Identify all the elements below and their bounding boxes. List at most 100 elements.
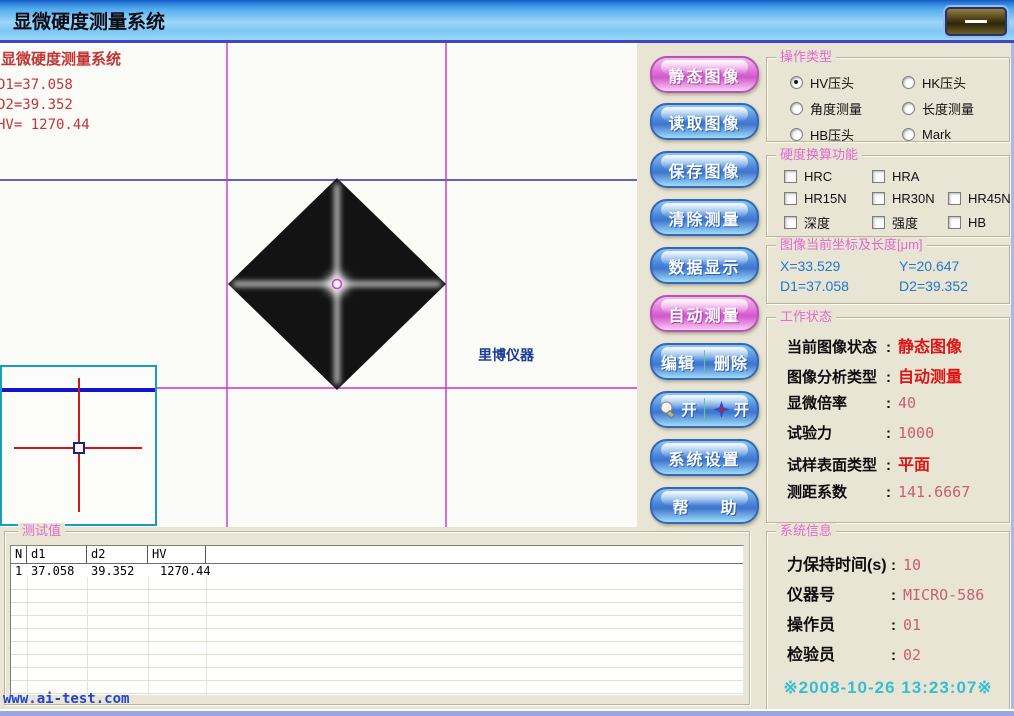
status-value: 自动测量 [898,363,962,387]
toggle-button-group: 开 开 [650,391,759,428]
center-glow [327,274,347,294]
minimize-button[interactable] [945,7,1007,36]
auto-measure-button[interactable]: 自动测量 [650,295,759,332]
groupbox-title: 系统信息 [776,523,836,539]
status-value: 静态图像 [898,333,962,357]
column-header-blank [206,546,743,563]
cell-n: 1 [11,564,27,578]
light-toggle-button[interactable]: 开 [652,399,704,420]
coordinate-readouts: X=33.529 Y=20.647 D1=37.058 D2=39.352 [767,246,1009,294]
column-header-d2: d2 [87,546,148,563]
radio-angle-measure[interactable]: 角度测量 [790,99,902,118]
checkbox-hr15n[interactable]: HR15N [784,191,872,206]
status-row-analysis-type: 图像分析类型 : 自动测量 [787,363,1009,393]
coord-d2: D2=39.352 [899,278,1009,294]
clear-measure-button[interactable]: 清除测量 [650,199,759,236]
checkbox-strength[interactable]: 强度 [872,213,948,232]
work-status-groupbox: 工作状态 当前图像状态 : 静态图像 图像分析类型 : 自动测量 显微倍率 : … [766,317,1010,523]
crosshair-toggle-label: 开 [734,399,749,420]
groupbox-title: 工作状态 [776,309,836,325]
image-viewport[interactable]: 显微硬度测量系统 D1=37.058 D2=39.352 HV= 1270.44… [0,43,637,527]
cell-hv: 1270.44 [148,564,220,578]
website-link[interactable]: www.ai-test.com [3,691,129,707]
coord-y: Y=20.647 [899,258,1009,274]
crosshair-toggle-button[interactable]: 开 [705,399,757,420]
test-values-groupbox: 测试值 N d1 d2 HV 1 37.058 39.352 1270.44 [4,531,750,705]
table-row[interactable]: 1 37.058 39.352 1270.44 [11,564,743,577]
status-row-surface-type: 试样表面类型 : 平面 [787,451,1009,481]
title-bar: 显微硬度测量系统 [0,0,1014,43]
operation-type-options: HV压头 HK压头 角度测量 长度测量 HB压头 Mark [767,58,1009,144]
column-header-hv: HV [148,546,206,563]
navigator-thumbnail[interactable] [0,365,157,526]
datetime-display: ※2008-10-26 13:23:07※ [767,678,1009,698]
save-image-button[interactable]: 保存图像 [650,151,759,188]
cell-d2: 39.352 [87,564,148,578]
status-value: 141.6667 [898,483,970,501]
results-table-body: 1 37.058 39.352 1270.44 [11,564,743,695]
radio-length-measure[interactable]: 长度测量 [902,99,1009,118]
status-value: 平面 [898,451,930,475]
radio-icon [790,128,803,141]
checkbox-hrc[interactable]: HRC [784,169,872,184]
sysinfo-row-instrument-id: 仪器号 : MICRO-586 [787,581,1009,611]
operation-type-groupbox: 操作类型 HV压头 HK压头 角度测量 长度测量 HB压头 [766,57,1010,142]
conversion-options: HRC HRA HR15N HR30N HR45N 深度 [767,156,1009,232]
radio-hv-indenter[interactable]: HV压头 [790,73,902,92]
system-settings-button[interactable]: 系统设置 [650,439,759,476]
viewport-hv-readout: HV= 1270.44 [0,117,90,133]
checkbox-hb[interactable]: HB [948,213,1011,232]
status-row-distance-coefficient: 测距系数 : 141.6667 [787,481,1009,511]
checkbox-icon [948,192,961,205]
viewport-d1-readout: D1=37.058 [0,77,73,93]
edit-button[interactable]: 编辑 [652,350,704,374]
minimize-icon [965,20,987,23]
checkbox-icon [872,192,885,205]
sysinfo-row-inspector: 检验员 : 02 [787,641,1009,671]
sysinfo-value: 02 [903,646,921,664]
sysinfo-value: MICRO-586 [903,586,984,604]
help-button[interactable]: 帮 助 [650,487,759,524]
coordinates-groupbox: 图像当前坐标及长度[μm] X=33.529 Y=20.647 D1=37.05… [766,245,1010,304]
sysinfo-row-dwell-time: 力保持时间(s) : 10 [787,551,1009,581]
radio-hb-indenter[interactable]: HB压头 [790,125,902,144]
checkbox-icon [784,170,797,183]
app-window: 显微硬度测量系统 显微硬度测量系统 D1=37.058 D2=39.352 [0,0,1014,716]
checkbox-depth[interactable]: 深度 [784,213,872,232]
viewport-d2-readout: D2=39.352 [0,97,73,113]
window-title: 显微硬度测量系统 [13,7,165,34]
checkbox-hr30n[interactable]: HR30N [872,191,948,206]
status-row-test-force: 试验力 : 1000 [787,422,1009,452]
groupbox-title: 操作类型 [776,49,836,65]
radio-hk-indenter[interactable]: HK压头 [902,73,1009,92]
delete-button[interactable]: 删除 [705,350,757,374]
system-info-groupbox: 系统信息 力保持时间(s) : 10 仪器号 : MICRO-586 操作员 :… [766,531,1010,711]
checkbox-icon [948,216,961,229]
sysinfo-value: 10 [903,556,921,574]
vendor-watermark: 里博仪器 [478,345,534,365]
column-header-d1: d1 [27,546,87,563]
radio-mark[interactable]: Mark [902,125,1009,144]
coord-x: X=33.529 [780,258,899,274]
load-image-button[interactable]: 读取图像 [650,103,759,140]
checkbox-icon [872,216,885,229]
light-toggle-label: 开 [681,399,696,420]
edit-delete-button-group: 编辑 删除 [650,343,759,380]
results-table[interactable]: N d1 d2 HV 1 37.058 39.352 1270.44 [10,545,744,696]
thumbnail-center-handle[interactable] [73,442,85,454]
window-border-bottom [0,709,1014,716]
data-display-button[interactable]: 数据显示 [650,247,759,284]
viewport-overlay-title: 显微硬度测量系统 [1,48,121,69]
status-value: 40 [898,394,916,412]
column-header-n: N [11,546,27,563]
groupbox-title: 测试值 [18,523,65,539]
checkbox-hra[interactable]: HRA [872,169,948,184]
static-image-button[interactable]: 静态图像 [650,56,759,93]
groupbox-title: 图像当前坐标及长度[μm] [776,237,927,253]
results-table-header: N d1 d2 HV [11,546,743,564]
hardness-conversion-groupbox: 硬度换算功能 HRC HRA HR15N HR30N HR45N [766,155,1010,237]
checkbox-hr45n[interactable]: HR45N [948,191,1011,206]
sysinfo-row-operator: 操作员 : 01 [787,611,1009,641]
radio-icon [902,102,915,115]
crosshair-star-icon [713,401,730,418]
